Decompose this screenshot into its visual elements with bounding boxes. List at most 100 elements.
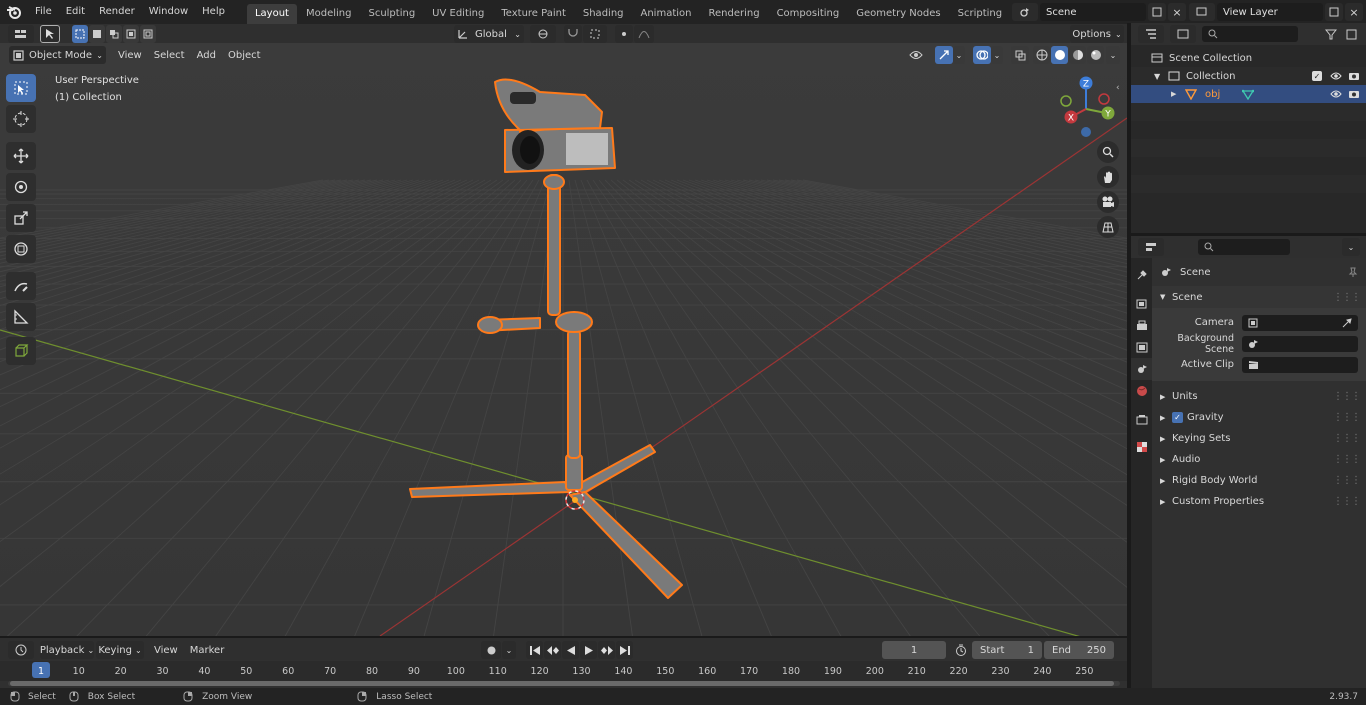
- scene-panel-header[interactable]: ▼ Scene ⋮⋮⋮: [1152, 286, 1366, 308]
- new-collection-icon[interactable]: [1344, 25, 1360, 43]
- tab-sculpting[interactable]: Sculpting: [360, 4, 423, 24]
- area-divider[interactable]: [1127, 23, 1131, 688]
- render-camera-icon[interactable]: [1348, 71, 1360, 81]
- scene-name-field[interactable]: Scene: [1040, 3, 1146, 21]
- prev-keyframe-icon[interactable]: [544, 641, 561, 659]
- tab-scripting[interactable]: Scripting: [950, 4, 1010, 24]
- tab-shading[interactable]: Shading: [575, 4, 632, 24]
- scene-tab-icon[interactable]: [1131, 358, 1152, 380]
- proportional-edit-icon[interactable]: [615, 25, 633, 43]
- outliner-collection[interactable]: ▼ Collection ✓: [1131, 67, 1366, 85]
- cursor-tool-icon[interactable]: [6, 105, 36, 133]
- gizmo-dropdown-icon[interactable]: ⌄: [953, 46, 965, 64]
- properties-options-icon[interactable]: ⌄: [1342, 238, 1360, 256]
- timeline-menu-view[interactable]: View: [148, 645, 184, 656]
- drag-handle-icon[interactable]: ⋮⋮⋮: [1333, 475, 1361, 486]
- drag-handle-icon[interactable]: ⋮⋮⋮: [1333, 412, 1361, 423]
- drag-handle-icon[interactable]: ⋮⋮⋮: [1333, 454, 1361, 465]
- view-layer-name-field[interactable]: View Layer: [1217, 3, 1323, 21]
- camera-field[interactable]: [1242, 314, 1358, 331]
- area-divider[interactable]: [0, 636, 1127, 638]
- viewport-menu-select[interactable]: Select: [148, 50, 191, 61]
- sidebar-toggle-icon[interactable]: ‹: [1116, 83, 1120, 93]
- area-divider[interactable]: [1131, 233, 1366, 236]
- add-cube-tool-icon[interactable]: [6, 337, 36, 365]
- render-camera-icon[interactable]: [1348, 89, 1360, 99]
- current-frame-field[interactable]: 1: [882, 641, 946, 659]
- zoom-icon[interactable]: [1097, 141, 1119, 163]
- pivot-point-icon[interactable]: [530, 25, 556, 43]
- mesh-data-icon[interactable]: [1242, 89, 1255, 100]
- navigation-gizmo[interactable]: Z Y X: [1055, 71, 1119, 139]
- view-layer-icon[interactable]: [1189, 3, 1215, 21]
- drag-handle-icon[interactable]: ⋮⋮⋮: [1333, 433, 1361, 444]
- drag-handle-icon[interactable]: ⋮⋮⋮: [1333, 391, 1361, 402]
- tab-uv-editing[interactable]: UV Editing: [424, 4, 492, 24]
- collection-tab-icon[interactable]: [1131, 408, 1152, 430]
- exclude-checkbox[interactable]: ✓: [1312, 71, 1322, 81]
- jump-start-icon[interactable]: [526, 641, 543, 659]
- expand-chevron-icon[interactable]: ▼: [1154, 72, 1168, 81]
- view-layer-tab-icon[interactable]: [1131, 336, 1152, 358]
- measure-tool-icon[interactable]: [6, 303, 36, 331]
- pan-hand-icon[interactable]: [1097, 166, 1119, 188]
- play-reverse-icon[interactable]: [562, 641, 579, 659]
- tab-geometry-nodes[interactable]: Geometry Nodes: [848, 4, 948, 24]
- tab-texture-paint[interactable]: Texture Paint: [493, 4, 574, 24]
- menu-help[interactable]: Help: [195, 0, 232, 24]
- options-dropdown[interactable]: Options ⌄: [1070, 25, 1124, 43]
- filter-icon[interactable]: [1318, 25, 1344, 43]
- jump-end-icon[interactable]: [616, 641, 633, 659]
- timeline-editor-type-icon[interactable]: [8, 641, 34, 659]
- delete-scene-icon[interactable]: ×: [1168, 3, 1186, 21]
- select-tool-icon[interactable]: [40, 25, 60, 43]
- new-scene-icon[interactable]: [1148, 3, 1166, 21]
- projection-toggle-icon[interactable]: [1097, 216, 1119, 238]
- keying-menu[interactable]: Keying ⌄: [96, 641, 144, 659]
- editor-type-icon[interactable]: [8, 25, 34, 43]
- gravity-panel[interactable]: ▶ ✓ Gravity ⋮⋮⋮: [1152, 407, 1366, 428]
- overlays-toggle-icon[interactable]: [973, 46, 991, 64]
- mode-extend-icon[interactable]: [89, 25, 105, 43]
- auto-keying-dropdown-icon[interactable]: ⌄: [502, 641, 516, 659]
- shading-dropdown-icon[interactable]: ⌄: [1106, 46, 1120, 64]
- transform-tool-icon[interactable]: [6, 235, 36, 263]
- viewport-menu-add[interactable]: Add: [191, 50, 222, 61]
- properties-editor-type-icon[interactable]: [1138, 238, 1164, 256]
- custom-properties-panel[interactable]: ▶ Custom Properties ⋮⋮⋮: [1152, 491, 1366, 512]
- outliner-search-input[interactable]: [1202, 26, 1298, 42]
- expand-chevron-icon[interactable]: ▶: [1171, 90, 1185, 98]
- end-frame-field[interactable]: End 250: [1044, 641, 1114, 659]
- viewport-menu-object[interactable]: Object: [222, 50, 267, 61]
- menu-edit[interactable]: Edit: [59, 0, 92, 24]
- hide-eye-icon[interactable]: [1330, 90, 1342, 98]
- render-tab-icon[interactable]: [1131, 292, 1152, 314]
- blender-logo-icon[interactable]: [0, 0, 28, 24]
- texture-tab-icon[interactable]: [1131, 436, 1152, 458]
- world-tab-icon[interactable]: [1131, 380, 1152, 402]
- menu-render[interactable]: Render: [92, 0, 142, 24]
- eyedropper-icon[interactable]: [1342, 317, 1352, 328]
- object-mode-dropdown[interactable]: Object Mode ⌄: [9, 46, 106, 64]
- outliner-editor-type-icon[interactable]: [1138, 25, 1164, 43]
- annotate-tool-icon[interactable]: [6, 272, 36, 300]
- menu-window[interactable]: Window: [142, 0, 195, 24]
- proportional-falloff-icon[interactable]: [634, 25, 654, 43]
- playback-menu[interactable]: Playback ⌄: [40, 641, 94, 659]
- shading-solid-icon[interactable]: [1051, 46, 1068, 64]
- display-mode-icon[interactable]: [1170, 25, 1196, 43]
- background-scene-field[interactable]: [1242, 335, 1358, 352]
- delete-view-layer-icon[interactable]: ×: [1345, 3, 1363, 21]
- 3d-viewport[interactable]: User Perspective (1) Collection Z Y X ‹: [0, 43, 1127, 636]
- snap-toggle-icon[interactable]: [564, 25, 582, 43]
- active-clip-field[interactable]: [1242, 356, 1358, 373]
- gravity-checkbox[interactable]: ✓: [1172, 412, 1183, 423]
- shading-wireframe-icon[interactable]: [1033, 46, 1050, 64]
- viewport-menu-view[interactable]: View: [112, 50, 148, 61]
- shading-material-icon[interactable]: [1069, 46, 1086, 64]
- overlays-dropdown-icon[interactable]: ⌄: [991, 46, 1003, 64]
- visibility-selectability-icon[interactable]: [903, 46, 929, 64]
- preview-range-icon[interactable]: [952, 641, 970, 659]
- next-keyframe-icon[interactable]: [598, 641, 615, 659]
- scale-tool-icon[interactable]: [6, 204, 36, 232]
